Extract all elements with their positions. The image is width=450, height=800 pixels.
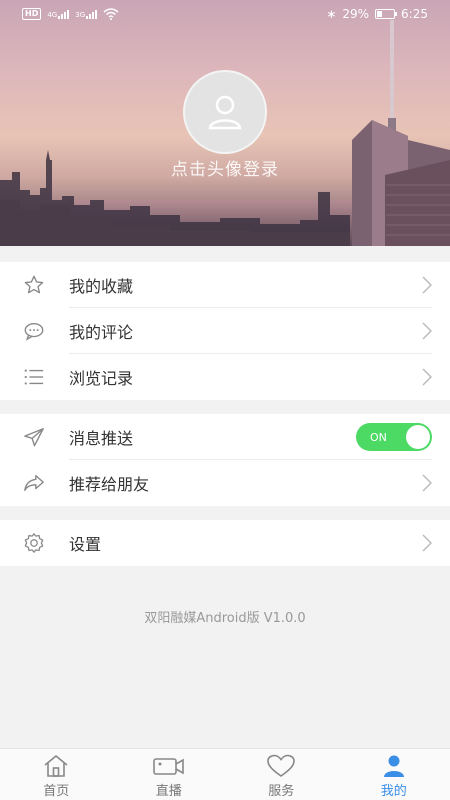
tab-services[interactable]: 服务 [225,749,338,800]
bottom-nav: 首页 直播 服务 我的 [0,748,450,800]
gear-icon [22,531,46,555]
bluetooth-icon: ∗ [326,7,337,21]
battery-percent: 29% [342,7,370,21]
battery-icon [375,9,398,19]
menu-group-personal: 我的收藏 我的评论 浏览记录 [0,262,450,400]
menu-item-share[interactable]: 推荐给朋友 [0,460,450,506]
send-icon [22,425,46,449]
menu-label: 推荐给朋友 [69,475,150,494]
menu-item-comments[interactable]: 我的评论 [0,308,450,354]
chevron-right-icon [422,534,432,552]
tab-label: 直播 [155,784,182,799]
menu-item-favorites[interactable]: 我的收藏 [0,262,450,308]
toggle-knob [406,425,430,449]
menu-item-push: 消息推送 ON [0,414,450,460]
app-version: 双阳融媒Android版 V1.0.0 [144,611,306,626]
menu-label: 消息推送 [69,429,134,448]
avatar-button[interactable] [183,70,267,154]
home-icon [44,754,68,777]
share-icon [22,471,46,495]
tab-mine[interactable]: 我的 [338,749,450,800]
push-toggle[interactable]: ON [356,423,432,451]
person-icon [383,755,404,777]
user-placeholder-icon [208,95,242,130]
tab-label: 首页 [43,784,70,799]
login-prompt[interactable]: 点击头像登录 [0,155,450,180]
tab-label: 服务 [268,784,295,799]
tab-home[interactable]: 首页 [0,749,113,800]
heart-icon [267,754,296,777]
chevron-right-icon [422,474,432,492]
menu-label: 浏览记录 [69,369,134,388]
toggle-state-text: ON [370,430,387,444]
chevron-right-icon [422,368,432,386]
tab-live[interactable]: 直播 [113,749,226,800]
star-icon [22,273,46,297]
tab-label: 我的 [380,784,407,799]
menu-group-settings: 设置 [0,520,450,566]
menu-label: 我的评论 [69,323,134,342]
menu-label: 我的收藏 [69,277,134,296]
status-bar: HD 4G 3G ∗ 29% 6:25 [0,0,450,28]
chevron-right-icon [422,322,432,340]
menu-item-history[interactable]: 浏览记录 [0,354,450,400]
chevron-right-icon [422,276,432,294]
wifi-icon [103,8,119,20]
comment-icon [22,319,46,343]
video-camera-icon [152,758,184,775]
hd-icon: HD [22,8,42,20]
menu-label: 设置 [69,535,102,554]
list-icon [22,365,46,389]
signal-icon: 3G [75,9,98,19]
menu-group-social: 消息推送 ON 推荐给朋友 [0,414,450,506]
profile-header: 点击头像登录 [0,0,450,246]
menu-item-settings[interactable]: 设置 [0,520,450,566]
signal-icon: 4G [47,9,70,19]
clock: 6:25 [401,7,428,21]
